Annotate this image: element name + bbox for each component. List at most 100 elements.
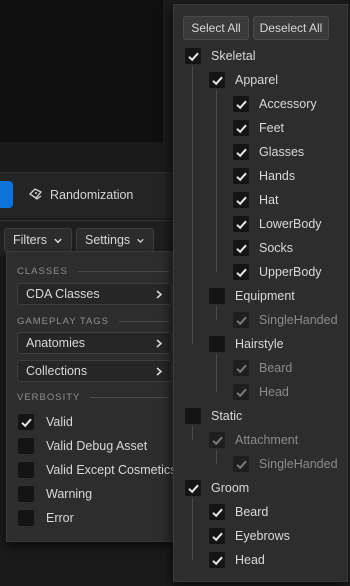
tree-item-label: Accessory <box>259 97 317 111</box>
checkbox[interactable] <box>209 432 225 448</box>
settings-dropdown-button[interactable]: Settings <box>76 228 154 252</box>
tree-item[interactable]: Eyebrows <box>209 528 290 544</box>
checkmark-icon <box>235 364 247 373</box>
checkbox[interactable] <box>185 48 201 64</box>
checkbox[interactable] <box>209 528 225 544</box>
chevron-right-icon <box>156 339 163 348</box>
checkbox[interactable] <box>209 72 225 88</box>
checkbox[interactable] <box>233 216 249 232</box>
checkmark-icon <box>211 508 223 517</box>
tree-item-label: UpperBody <box>259 265 322 279</box>
tree-item[interactable]: SingleHanded <box>233 312 338 328</box>
verbosity-item[interactable]: Valid <box>18 414 73 430</box>
tree-item-label: Attachment <box>235 433 299 447</box>
checkbox[interactable] <box>233 384 249 400</box>
tree-item[interactable]: Apparel <box>209 72 278 88</box>
filters-label: Filters <box>13 233 48 247</box>
tree-item[interactable]: Attachment <box>209 432 298 448</box>
checkbox[interactable] <box>18 486 34 502</box>
filters-dropdown-button[interactable]: Filters <box>4 228 72 252</box>
checkbox[interactable] <box>233 120 249 136</box>
verbosity-section-header: VERBOSITY <box>17 392 169 403</box>
tree-item[interactable]: Accessory <box>233 96 317 112</box>
tree-item-label: Hairstyle <box>235 337 284 351</box>
tree-item[interactable]: Hands <box>233 168 295 184</box>
select-all-button[interactable]: Select All <box>183 16 249 40</box>
checkbox[interactable] <box>233 192 249 208</box>
randomization-label: Randomization <box>50 188 134 202</box>
verbosity-item[interactable]: Valid Except Cosmetics <box>18 462 176 478</box>
tree-item[interactable]: Hat <box>233 192 278 208</box>
verbosity-header-label: VERBOSITY <box>17 392 81 403</box>
checkmark-icon <box>235 388 247 397</box>
checkmark-icon <box>235 172 247 181</box>
tree-item-label: Hands <box>259 169 296 183</box>
tree-item-label: Head <box>235 553 265 567</box>
verbosity-item-label: Valid Except Cosmetics <box>46 463 177 477</box>
checkbox[interactable] <box>185 408 201 424</box>
checkbox[interactable] <box>233 240 249 256</box>
verbosity-item-label: Valid Debug Asset <box>46 439 148 453</box>
checkmark-icon <box>187 484 199 493</box>
checkmark-icon <box>187 52 199 61</box>
verbosity-item-label: Warning <box>46 487 93 501</box>
tree-item[interactable]: Static <box>185 408 242 424</box>
tree-item-label: Groom <box>211 481 250 495</box>
checkbox[interactable] <box>209 288 225 304</box>
verbosity-item[interactable]: Error <box>18 510 74 526</box>
checkmark-icon <box>235 196 247 205</box>
verbosity-item[interactable]: Valid Debug Asset <box>18 438 147 454</box>
tree-item[interactable]: Head <box>209 552 265 568</box>
checkbox[interactable] <box>233 96 249 112</box>
checkmark-icon <box>235 268 247 277</box>
checkbox[interactable] <box>233 264 249 280</box>
verbosity-item-label: Error <box>46 511 74 525</box>
verbosity-item[interactable]: Warning <box>18 486 92 502</box>
checkmark-icon <box>235 100 247 109</box>
tree-item[interactable]: Glasses <box>233 144 304 160</box>
checkbox[interactable] <box>209 336 225 352</box>
tree-item[interactable]: Hairstyle <box>209 336 284 352</box>
tree-item[interactable]: UpperBody <box>233 264 322 280</box>
tree-guide-line <box>216 306 217 320</box>
checkbox[interactable] <box>233 312 249 328</box>
cda-classes-submenu[interactable]: CDA Classes <box>17 283 172 305</box>
tree-item-label: Beard <box>259 361 293 375</box>
verbosity-item-label: Valid <box>46 415 73 429</box>
collections-label: Collections <box>26 364 88 378</box>
tree-item[interactable]: LowerBody <box>233 216 322 232</box>
deselect-all-button[interactable]: Deselect All <box>253 16 329 40</box>
tree-item-label: Beard <box>235 505 269 519</box>
checkmark-icon <box>20 418 32 427</box>
tree-item-label: SingleHanded <box>259 313 338 327</box>
tree-item[interactable]: SingleHanded <box>233 456 338 472</box>
tree-item[interactable]: Beard <box>233 360 292 376</box>
tree-item[interactable]: Skeletal <box>185 48 255 64</box>
tree-item-label: Skeletal <box>211 49 256 63</box>
tree-item[interactable]: Head <box>233 384 289 400</box>
tree-item[interactable]: Beard <box>209 504 268 520</box>
checkbox[interactable] <box>18 438 34 454</box>
cda-classes-label: CDA Classes <box>26 287 100 301</box>
checkmark-icon <box>211 436 223 445</box>
tree-item[interactable]: Equipment <box>209 288 295 304</box>
tree-item[interactable]: Groom <box>185 480 249 496</box>
tree-item[interactable]: Feet <box>233 120 284 136</box>
checkbox[interactable] <box>233 144 249 160</box>
checkbox[interactable] <box>233 168 249 184</box>
collections-submenu[interactable]: Collections <box>17 360 172 382</box>
checkbox[interactable] <box>18 510 34 526</box>
randomization-button[interactable]: Randomization <box>28 183 133 207</box>
tree-item[interactable]: Socks <box>233 240 293 256</box>
checkbox[interactable] <box>18 414 34 430</box>
checkbox[interactable] <box>233 360 249 376</box>
anatomies-submenu[interactable]: Anatomies <box>17 332 172 354</box>
checkbox[interactable] <box>209 552 225 568</box>
checkbox[interactable] <box>185 480 201 496</box>
chevron-right-icon <box>156 290 163 299</box>
tree-guide-line <box>216 90 217 272</box>
checkbox[interactable] <box>18 462 34 478</box>
checkbox[interactable] <box>209 504 225 520</box>
primary-action-button[interactable] <box>0 181 13 208</box>
checkbox[interactable] <box>233 456 249 472</box>
